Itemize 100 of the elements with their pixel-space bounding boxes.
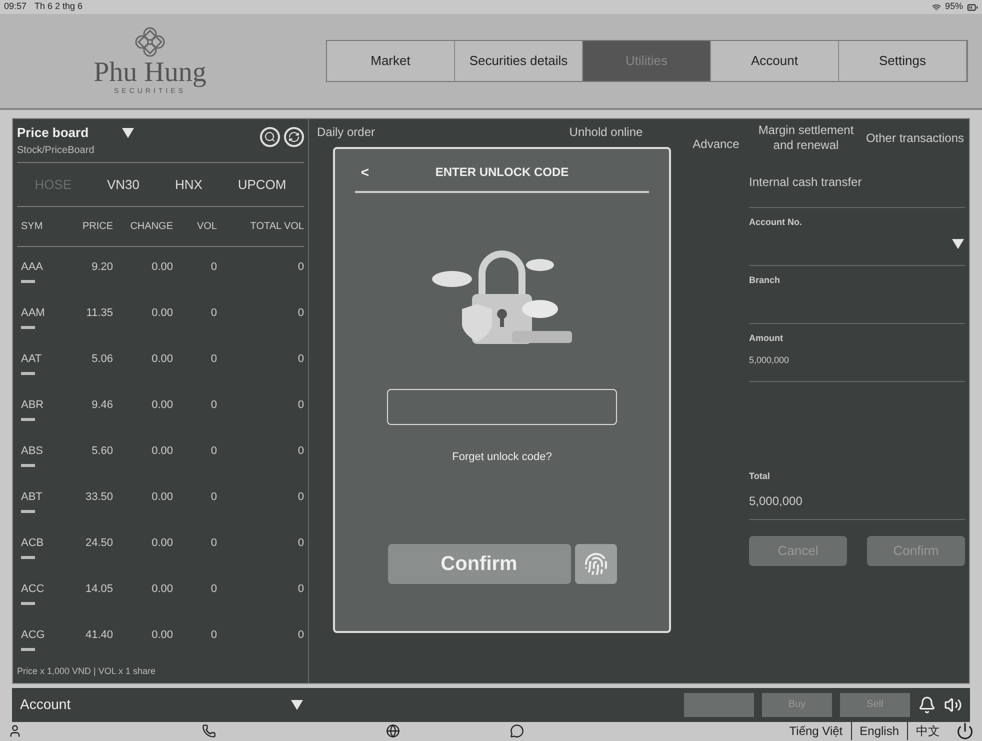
symbol-cell[interactable]: AAT [21,351,61,368]
nav-tab[interactable]: Account [711,41,839,81]
field-label: Branch [749,274,782,287]
dropdown-icon[interactable] [120,126,135,139]
date-text: Th 6 2 thg 6 [34,0,83,14]
change-cell-text: 0.00 [150,628,173,643]
language-option[interactable]: Tiếng Việt [781,722,851,740]
phone-icon[interactable] [202,724,216,738]
column-header: SYM [20,220,44,234]
volume-cell-text: 0 [210,490,217,505]
exchange-tab[interactable]: HNX [174,174,202,194]
form-title: Internal cash transfer [749,173,965,208]
change-cell-text: 0.00 [150,260,173,275]
dropdown-icon[interactable] [951,238,965,250]
field-value: 5,000,000 [749,492,802,510]
clock-time: 09:57 [4,0,27,14]
flat-marker [21,280,35,282]
battery-percent: 95% [944,0,963,14]
logo-text: Phu Hung [94,58,206,87]
symbol-cell[interactable]: ABS [21,443,61,460]
column-header: TOTAL VOL [249,220,304,234]
exchange-tab[interactable]: VN30 [107,174,140,194]
flat-marker [21,326,35,328]
change-cell-text: 0.00 [150,536,173,551]
volume-cell-text: 0 [210,398,217,413]
forgot-code-link[interactable]: Forget unlock code? [452,449,552,466]
total-volume-cell-text: 0 [296,628,304,643]
symbol-cell[interactable]: ACC [21,581,61,598]
total-volume-cell-text: 0 [296,444,304,459]
utility-tab[interactable]: Other transactions [861,123,969,146]
logo-icon [133,24,167,59]
total-volume-cell-text: 0 [296,260,304,275]
field-label: Amount [749,332,784,345]
nav-tab[interactable]: Securities details [455,41,583,81]
total-volume-cell-text: 0 [296,352,304,367]
refresh-icon[interactable] [284,127,304,147]
flat-marker [21,372,35,374]
symbol-cell[interactable]: ABR [21,397,61,414]
chat-icon[interactable] [510,724,524,738]
speaker-icon[interactable] [944,696,962,714]
price-board-title: Price board [17,124,89,142]
change-cell-text: 0.00 [150,582,173,597]
fingerprint-icon [584,552,608,576]
volume-cell-text: 0 [210,352,217,367]
search-icon[interactable] [260,127,280,147]
volume-cell-text: 0 [210,536,217,551]
price-cell-text: 9.46 [90,398,113,413]
symbol-cell[interactable]: ABT [21,489,61,506]
flat-marker [21,648,35,650]
symbol-cell[interactable]: AAM [21,305,61,322]
price-cell-text: 33.50 [84,490,113,505]
price-cell-text: 5.06 [90,352,113,367]
flat-marker [21,556,35,558]
symbol-cell[interactable]: ACB [21,535,61,552]
utility-tab[interactable]: Unhold online [531,123,681,141]
unit-note: Price x 1,000 VND | VOL x 1 share [17,665,157,678]
dropdown-icon[interactable] [290,698,304,710]
total-volume-cell-text: 0 [296,582,304,597]
symbol-cell[interactable]: ACG [21,627,61,644]
globe-icon[interactable] [386,724,400,738]
volume-cell-text: 0 [210,306,217,321]
total-volume-cell-text: 0 [296,536,304,551]
column-header: CHANGE [129,220,173,234]
change-cell-text: 0.00 [150,490,173,505]
symbol-cell[interactable]: AAA [21,259,61,276]
utility-tab[interactable]: Daily order [309,123,531,141]
user-icon[interactable] [8,724,22,738]
flat-marker [21,464,35,466]
field-value: 5,000,000 [749,354,790,366]
flat-marker [21,602,35,604]
column-header: VOL [196,220,217,234]
wifi-icon [932,2,941,12]
power-icon[interactable] [956,722,974,740]
unlock-code-field[interactable] [387,389,617,425]
fingerprint-button[interactable] [574,544,616,584]
change-cell-text: 0.00 [150,398,173,413]
price-cell-text: 5.60 [90,444,113,459]
utility-tab[interactable]: Margin settlement and renewal [751,123,861,153]
exchange-tab[interactable]: UPCOM [238,174,286,194]
breadcrumb-text: Stock/PriceBoard [17,144,96,158]
price-cell-text: 14.05 [84,582,113,597]
volume-cell-text: 0 [210,260,217,275]
price-cell-text: 24.50 [84,536,113,551]
back-button[interactable]: < [355,162,375,182]
bell-icon[interactable] [918,696,936,714]
field-label: Account No. [749,216,803,229]
price-cell-text: 11.35 [85,306,113,321]
total-volume-cell-text: 0 [296,398,304,413]
price-cell-text: 41.40 [84,628,113,643]
nav-tab[interactable]: Settings [839,41,967,81]
dialog-title: ENTER UNLOCK CODE [434,164,570,181]
nav-tab[interactable]: Market [327,41,455,81]
volume-cell-text: 0 [210,444,217,459]
price-cell-text: 9.20 [90,260,113,275]
language-option[interactable]: English [850,722,907,740]
language-option[interactable]: 中文 [907,722,948,740]
volume-cell-text: 0 [210,582,217,597]
utility-tab[interactable]: Advance [681,123,751,153]
total-volume-cell-text: 0 [296,490,304,505]
change-cell-text: 0.00 [150,306,173,321]
